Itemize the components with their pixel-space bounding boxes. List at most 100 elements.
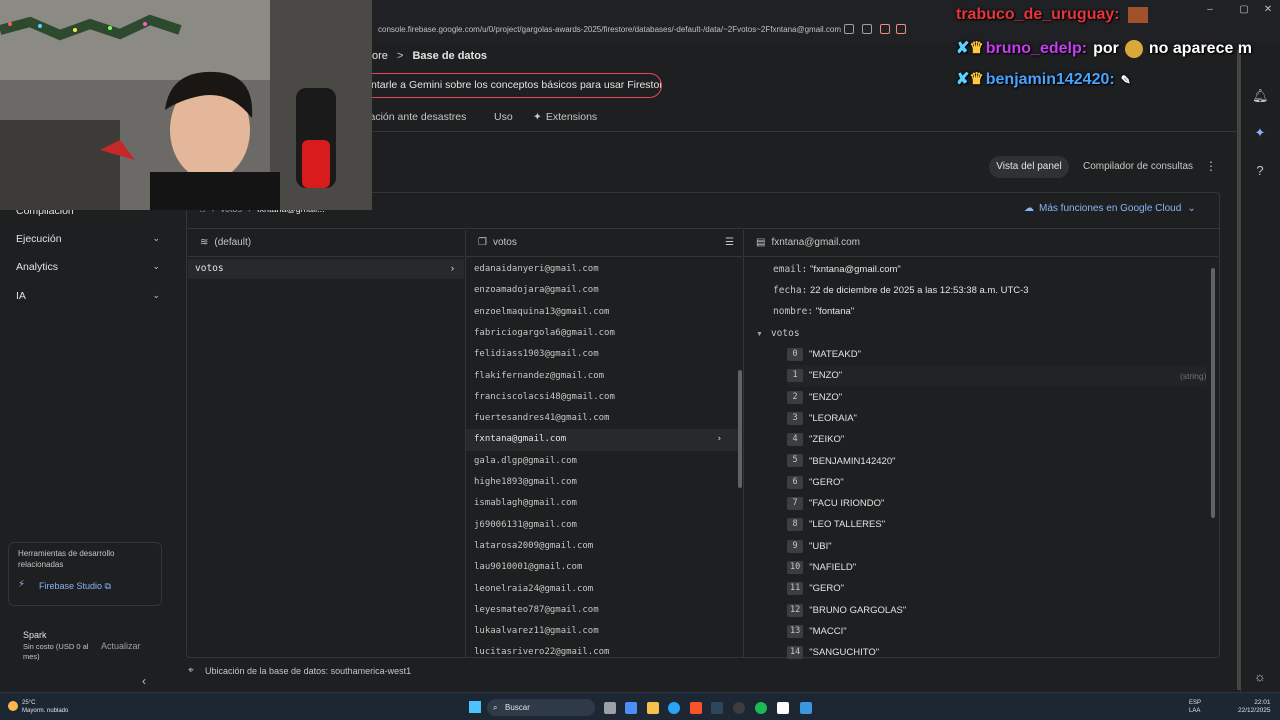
maximize-icon[interactable]: ▢ — [1234, 4, 1254, 15]
vote-item[interactable]: 9 "UBI" — [787, 536, 1207, 557]
document-row[interactable]: lucitasrivero22@gmail.com — [466, 642, 740, 663]
clock[interactable]: 22:01 22/12/2025 — [1238, 699, 1271, 715]
field-fecha[interactable]: fecha: 22 de diciembre de 2025 a las 12:… — [773, 285, 1029, 296]
vote-index: 9 — [787, 539, 803, 553]
firebase-studio-link[interactable]: Firebase Studio ⧉ — [39, 581, 111, 592]
expand-arrow-icon: ▼ — [756, 331, 763, 338]
google-cloud-link[interactable]: ☁︎ Más funciones en Google Cloud ⌄ — [1024, 203, 1196, 214]
close-icon[interactable]: ✕ — [1258, 4, 1278, 15]
document-row[interactable]: flakifernandez@gmail.com — [466, 366, 740, 387]
chat-text: no aparece m — [1148, 40, 1253, 57]
language-indicator[interactable]: ESP LAA — [1189, 699, 1201, 715]
breadcrumb-parent[interactable]: ore — [372, 50, 388, 62]
document-row[interactable]: felidiass1903@gmail.com — [466, 344, 740, 365]
document-row[interactable]: franciscolacsi48@gmail.com — [466, 387, 740, 408]
windows-start-icon[interactable] — [469, 701, 481, 713]
edge-icon[interactable] — [668, 702, 680, 714]
page-scrollbar[interactable] — [1237, 50, 1241, 690]
document-row[interactable]: lau9010001@gmail.com — [466, 557, 740, 578]
file-explorer-icon[interactable] — [647, 702, 659, 714]
document-row[interactable]: fuertesandres41@gmail.com — [466, 408, 740, 429]
vote-index: 1 — [787, 369, 803, 383]
steam-icon[interactable] — [711, 702, 723, 714]
document-row[interactable]: leyesmateo787@gmail.com — [466, 600, 740, 621]
vote-item[interactable]: 1 "ENZO" — [787, 365, 1207, 387]
help-icon[interactable]: ? — [1252, 163, 1268, 179]
vote-item[interactable]: 12 "BRUNO GARGOLAS" — [787, 600, 1207, 621]
documents-scrollbar[interactable] — [738, 370, 742, 488]
nav-ai-label: IA — [16, 290, 26, 302]
vote-index: 10 — [787, 560, 804, 574]
fields-scrollbar[interactable] — [1211, 268, 1215, 518]
document-row[interactable]: fxntana@gmail.com › — [466, 429, 740, 451]
field-email[interactable]: email: "fxntana@gmail.com" — [773, 264, 901, 275]
filter-icon[interactable]: ☰ — [725, 230, 734, 256]
vote-item[interactable]: 10 "NAFIELD" — [787, 557, 1207, 578]
document-row[interactable]: ismablagh@gmail.com — [466, 493, 740, 514]
vote-item[interactable]: 13 "MACCI" — [787, 621, 1207, 642]
vote-item[interactable]: 3 "LEORAIA" — [787, 408, 1207, 429]
document-row[interactable]: leonelraia24@gmail.com — [466, 579, 740, 600]
brave-shield-icon[interactable] — [880, 24, 890, 34]
document-row[interactable]: latarosa2009@gmail.com — [466, 536, 740, 557]
zoom-icon[interactable] — [844, 24, 854, 34]
collection-item-votos[interactable]: votos › — [188, 259, 464, 279]
panel-view-button[interactable]: Vista del panel — [989, 156, 1069, 178]
obs-icon[interactable] — [733, 702, 745, 714]
nav-ai[interactable]: IA ⌄ — [16, 290, 160, 302]
vote-index: 5 — [787, 454, 803, 468]
field-nombre[interactable]: nombre: "fontana" — [773, 306, 854, 317]
document-row[interactable]: enzoamadojara@gmail.com — [466, 280, 740, 301]
vote-item[interactable]: 0 "MATEAKD" — [787, 344, 1207, 365]
vote-item[interactable]: 7 "FACU IRIONDO" — [787, 493, 1207, 514]
document-row[interactable]: gala.dlgp@gmail.com — [466, 451, 740, 472]
nav-run[interactable]: Ejecución ⌄ — [16, 233, 160, 245]
vote-item[interactable]: 2 "ENZO" — [787, 387, 1207, 408]
document-row[interactable]: enzoelmaquina13@gmail.com — [466, 302, 740, 323]
vote-item[interactable]: 8 "LEO TALLERES" — [787, 514, 1207, 535]
chevron-down-icon: ⌄ — [152, 290, 160, 300]
taskbar-search[interactable]: ⌕ Buscar — [487, 699, 595, 716]
document-row[interactable]: highe1893@gmail.com — [466, 472, 740, 493]
gemini-icon[interactable]: ✦ — [1252, 125, 1268, 141]
more-vert-icon[interactable]: ⋮ — [1205, 159, 1217, 173]
widgets-icon[interactable] — [625, 702, 637, 714]
chat-message-3: ✘♛ benjamin142420: ✎ — [956, 69, 1131, 89]
ask-gemini-button[interactable]: ntarle a Gemini sobre los conceptos bási… — [356, 73, 662, 98]
vote-item[interactable]: 6 "GERO" — [787, 472, 1207, 493]
notifications-icon[interactable]: 🔔︎ — [1252, 88, 1269, 104]
document-row[interactable]: j69006131@gmail.com — [466, 515, 740, 536]
settings-icon[interactable]: ☼ — [1252, 669, 1268, 685]
document-row[interactable]: edanaidanyeri@gmail.com — [466, 259, 740, 280]
nav-analytics[interactable]: Analytics ⌄ — [16, 261, 160, 273]
field-votos[interactable]: ▼ votos — [756, 328, 800, 339]
app-icon[interactable] — [800, 702, 812, 714]
vote-index: 4 — [787, 433, 803, 447]
weather-widget[interactable]: 25°C Mayorm. nublado — [22, 699, 68, 715]
tab-extensions[interactable]: ✦ Extensions — [533, 111, 597, 123]
brave-rewards-icon[interactable] — [896, 24, 906, 34]
vote-item[interactable]: 11 "GERO" — [787, 578, 1207, 599]
plan-name: Spark — [23, 630, 47, 640]
document-id: latarosa2009@gmail.com — [474, 540, 594, 551]
breadcrumb-separator: > — [396, 50, 404, 62]
upgrade-button[interactable]: Actualizar — [101, 641, 141, 651]
spotify-icon[interactable] — [755, 702, 767, 714]
vote-item[interactable]: 5 "BENJAMIN142420" — [787, 451, 1207, 472]
tab-usage[interactable]: Uso — [494, 111, 513, 123]
document-row[interactable]: fabriciogargola6@gmail.com — [466, 323, 740, 344]
address-bar[interactable]: console.firebase.google.com/u/0/project/… — [378, 22, 908, 38]
task-view-icon[interactable] — [604, 702, 616, 714]
tab-extensions-label: Extensions — [545, 111, 598, 123]
minimize-icon[interactable]: – — [1200, 4, 1220, 15]
tab-disaster-recovery[interactable]: ración ante desastres — [366, 111, 466, 123]
vote-item[interactable]: 4 "ZEIKO" — [787, 429, 1207, 450]
document-row[interactable]: lukaalvarez11@gmail.com — [466, 621, 740, 642]
search-label: Buscar — [505, 703, 530, 712]
brave-icon[interactable] — [690, 702, 702, 714]
vote-item[interactable]: 14 "SANGUCHITO" — [787, 642, 1207, 663]
query-builder-button[interactable]: Compilador de consultas — [1083, 161, 1193, 172]
notepad-icon[interactable] — [777, 702, 789, 714]
share-icon[interactable] — [862, 24, 872, 34]
collapse-nav-icon[interactable]: ‹ — [142, 674, 146, 688]
